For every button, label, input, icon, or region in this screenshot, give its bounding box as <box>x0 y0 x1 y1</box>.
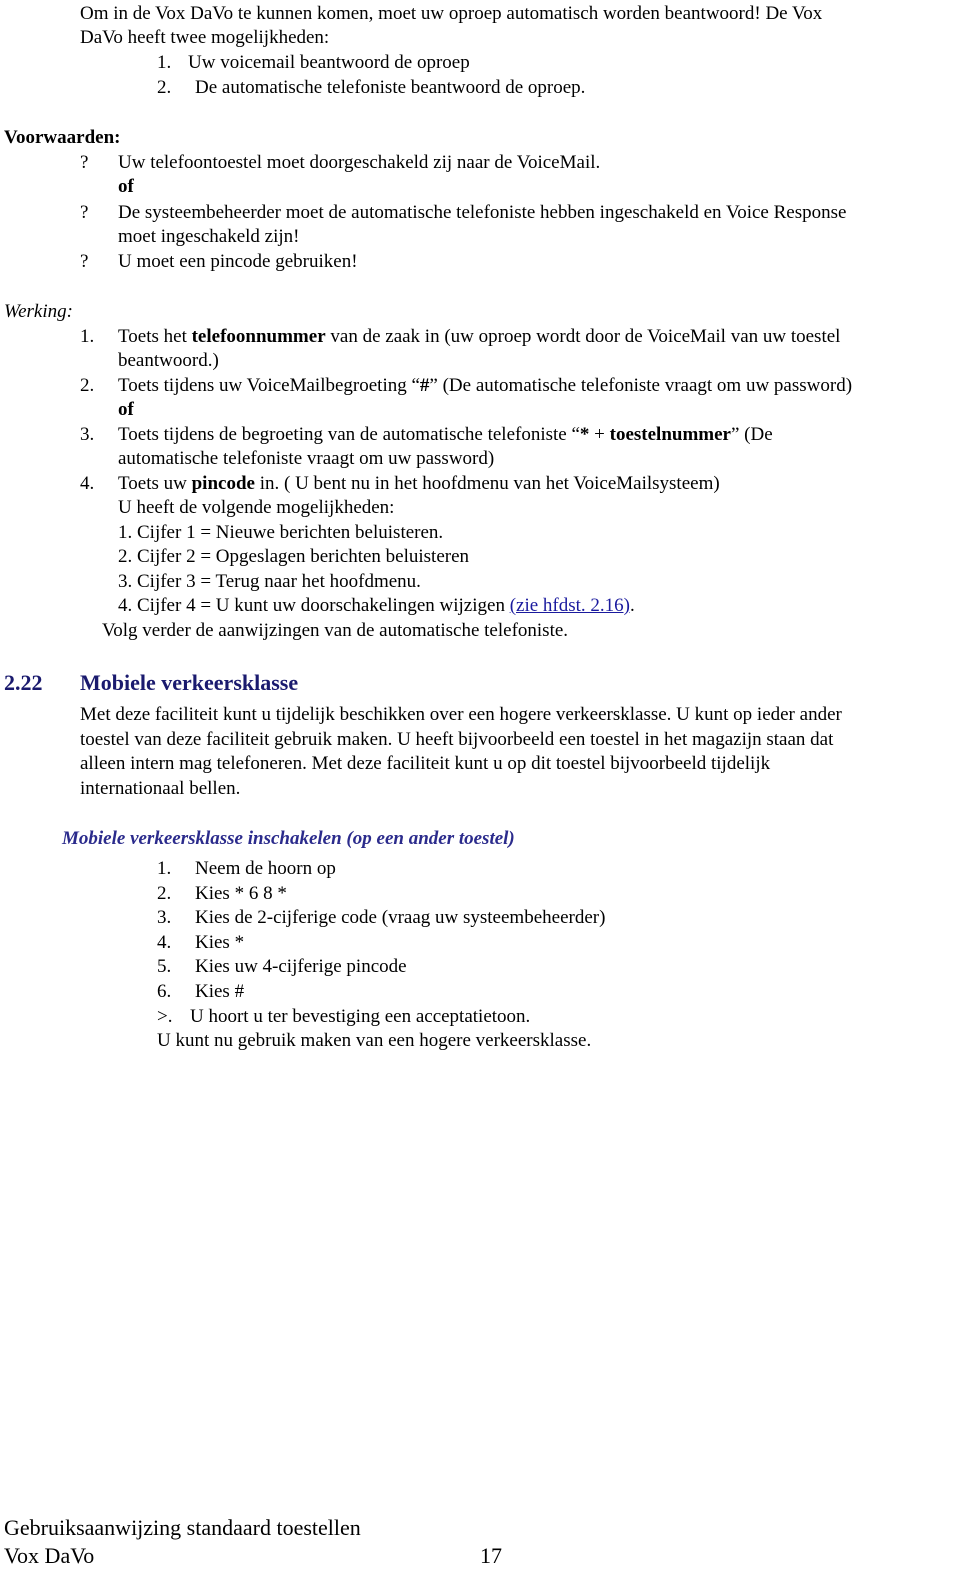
bullet-icon: ? <box>80 152 89 173</box>
procedure-step: Kies uw 4-cijferige pincode <box>195 956 407 977</box>
step-3-post: ” (De <box>731 424 773 445</box>
step-1-num: 1. <box>80 326 95 347</box>
chapter-link[interactable]: (zie hfdst. 2.16) <box>510 595 630 616</box>
step-3-num: 3. <box>80 424 95 445</box>
procedure-step: Kies de 2-cijferige code (vraag uw syste… <box>195 907 606 928</box>
step-3: Toets tijdens de begroeting van de autom… <box>118 423 773 448</box>
footer-product: Vox DaVo <box>4 1543 95 1568</box>
condition-or: of <box>118 176 134 197</box>
condition-1: Uw telefoontoestel moet doorgeschakeld z… <box>118 152 601 173</box>
menu-option: 2. Cijfer 2 = Opgeslagen berichten belui… <box>118 546 470 567</box>
bullet-icon: ? <box>80 202 89 223</box>
condition-2-line-2: moet ingeschakeld zijn! <box>118 226 300 247</box>
step-1-post: van de zaak in (uw oproep wordt door de … <box>325 326 841 347</box>
procedure-num: 2. <box>157 883 172 904</box>
step-4-pre: Toets uw <box>118 473 192 494</box>
option-2-text: De automatische telefoniste beantwoord d… <box>195 77 586 98</box>
step-1-pre: Toets het <box>118 326 192 347</box>
follow-instructions: Volg verder de aanwijzingen van de autom… <box>102 620 569 641</box>
step-1: Toets het telefoonnummer van de zaak in … <box>118 325 840 350</box>
menu-option-4-text: 4. Cijfer 4 = U kunt uw doorschakelingen… <box>118 595 510 616</box>
operation-title: Werking: <box>4 301 73 322</box>
procedure-step: Neem de hoorn op <box>195 858 336 879</box>
step-2-pre: Toets tijdens uw VoiceMailbegroeting “ <box>118 375 420 396</box>
procedure-step: Kies * <box>195 932 245 953</box>
step-4-bold: pincode <box>191 473 255 494</box>
option-1-text: Uw voicemail beantwoord de oproep <box>188 52 470 73</box>
step-4-num: 4. <box>80 473 95 494</box>
condition-3: U moet een pincode gebruiken! <box>118 251 358 272</box>
confirm-num: >. <box>157 1006 173 1027</box>
procedure-step: Kies # <box>195 981 245 1002</box>
confirm-text: U hoort u ter bevestiging een acceptatie… <box>190 1006 531 1027</box>
procedure-num: 5. <box>157 956 172 977</box>
menu-option-4: 4. Cijfer 4 = U kunt uw doorschakelingen… <box>118 594 635 619</box>
menu-option: 1. Cijfer 1 = Nieuwe berichten beluister… <box>118 522 444 543</box>
procedure-num: 1. <box>157 858 172 879</box>
closing-text: U kunt nu gebruik maken van een hogere v… <box>157 1030 592 1051</box>
option-2-num: 2. <box>157 77 172 98</box>
menu-option-4-end: . <box>630 595 635 616</box>
paragraph-line: toestel van deze faciliteit gebruik make… <box>80 729 834 750</box>
subheading: Mobiele verkeersklasse inschakelen (op e… <box>62 828 515 849</box>
step-3-line-2: automatische telefoniste vraagt om uw pa… <box>118 448 495 469</box>
step-2-bold: # <box>419 375 430 396</box>
intro-line-2: DaVo heeft twee mogelijkheden: <box>80 27 330 48</box>
procedure-step: Kies * 6 8 * <box>195 883 287 904</box>
step-2: Toets tijdens uw VoiceMailbegroeting “#”… <box>118 374 852 399</box>
step-2-post: ” (De automatische telefoniste vraagt om… <box>429 375 853 396</box>
page-number: 17 <box>480 1543 502 1568</box>
bullet-icon: ? <box>80 251 89 272</box>
step-3-bold: toestelnummer <box>609 424 731 445</box>
step-or: of <box>118 399 134 420</box>
procedure-num: 4. <box>157 932 172 953</box>
step-2-num: 2. <box>80 375 95 396</box>
step-3-pre: Toets tijdens de begroeting van de autom… <box>118 424 580 445</box>
conditions-title: Voorwaarden: <box>4 127 121 148</box>
menu-option: 3. Cijfer 3 = Terug naar het hoofdmenu. <box>118 571 421 592</box>
procedure-num: 3. <box>157 907 172 928</box>
option-1-num: 1. <box>157 52 172 73</box>
intro-line-1: Om in de Vox DaVo te kunnen komen, moet … <box>80 3 823 24</box>
step-4: Toets uw pincode in. ( U bent nu in het … <box>118 472 720 497</box>
step-3-mid: + <box>589 424 610 445</box>
paragraph-line: alleen intern mag telefoneren. Met deze … <box>80 753 771 774</box>
footer-title: Gebruiksaanwijzing standaard toestellen <box>4 1515 361 1540</box>
step-1-line-2: beantwoord.) <box>118 350 219 371</box>
paragraph-line: Met deze faciliteit kunt u tijdelijk bes… <box>80 704 842 725</box>
step-3-bold-star: * <box>579 424 590 445</box>
procedure-num: 6. <box>157 981 172 1002</box>
section-title: Mobiele verkeersklasse <box>80 670 299 695</box>
step-4-post: in. ( U bent nu in het hoofdmenu van het… <box>254 473 720 494</box>
condition-2-line-1: De systeembeheerder moet de automatische… <box>118 202 847 223</box>
step-1-bold: telefoonnummer <box>191 326 326 347</box>
section-number: 2.22 <box>4 670 43 695</box>
options-intro: U heeft de volgende mogelijkheden: <box>118 497 395 518</box>
paragraph-line: internationaal bellen. <box>80 778 241 799</box>
